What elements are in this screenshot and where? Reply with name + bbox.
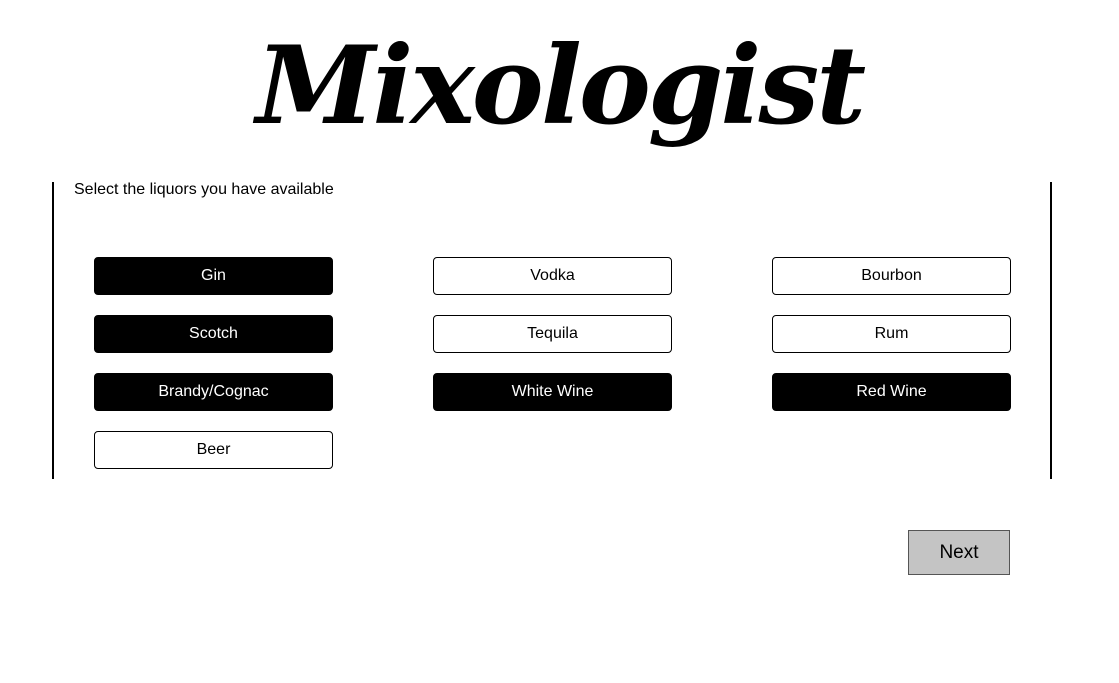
option-red-wine[interactable]: Red Wine xyxy=(772,373,1011,411)
selection-prompt: Select the liquors you have available xyxy=(74,181,334,198)
app-logo: Mixologist xyxy=(255,23,866,149)
option-bourbon[interactable]: Bourbon xyxy=(772,257,1011,295)
option-brandy-cognac[interactable]: Brandy/Cognac xyxy=(94,373,333,411)
option-gin[interactable]: Gin xyxy=(94,257,333,295)
page: Mixologist Select the liquors you have a… xyxy=(0,0,1119,683)
option-rum[interactable]: Rum xyxy=(772,315,1011,353)
option-scotch[interactable]: Scotch xyxy=(94,315,333,353)
option-beer[interactable]: Beer xyxy=(94,431,333,469)
liquor-selection-panel: Select the liquors you have available Gi… xyxy=(52,182,1052,479)
next-button[interactable]: Next xyxy=(908,530,1010,575)
option-white-wine[interactable]: White Wine xyxy=(433,373,672,411)
liquor-options-grid: Gin Vodka Bourbon Scotch Tequila Rum Bra… xyxy=(94,257,1012,469)
option-tequila[interactable]: Tequila xyxy=(433,315,672,353)
option-vodka[interactable]: Vodka xyxy=(433,257,672,295)
